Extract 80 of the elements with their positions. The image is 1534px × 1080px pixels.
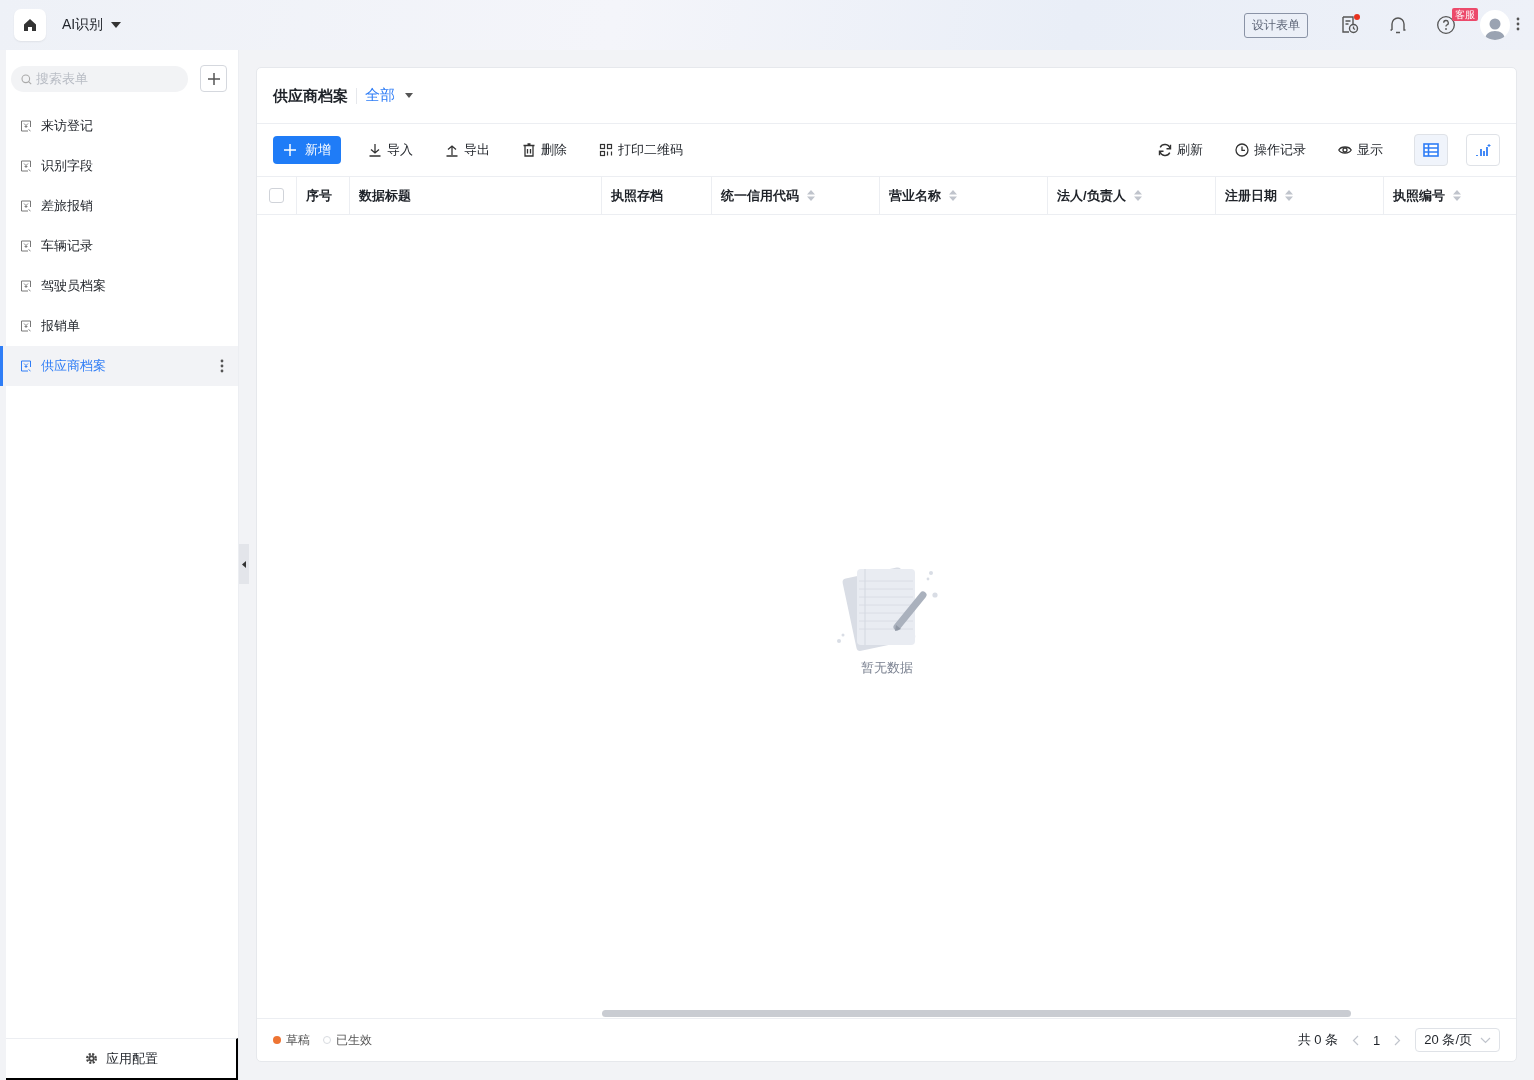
- chart-view-button[interactable]: [1466, 134, 1500, 166]
- chevron-down-icon: [1480, 1036, 1491, 1044]
- upload-icon: [445, 143, 459, 157]
- bell-icon: [1388, 15, 1408, 35]
- column-header[interactable]: 法人/负责人: [1048, 177, 1216, 214]
- table-icon: [1423, 143, 1439, 157]
- caret-icon: [111, 22, 122, 28]
- sort-icon: [1453, 190, 1461, 201]
- sidebar-item[interactable]: 驾驶员档案: [0, 266, 238, 306]
- form-icon: [20, 320, 32, 332]
- status-filter[interactable]: 已生效: [323, 1031, 372, 1049]
- delete-button[interactable]: 删除: [509, 136, 580, 164]
- caret-icon: [405, 93, 413, 98]
- design-form-button[interactable]: 设计表单: [1244, 12, 1308, 38]
- clock-icon: [1235, 143, 1249, 157]
- form-icon: [20, 160, 32, 172]
- sidebar-item[interactable]: 报销单: [0, 306, 238, 346]
- empty-state-text: 暂无数据: [860, 658, 913, 677]
- sort-icon: [1285, 190, 1293, 201]
- sidebar-item[interactable]: 识别字段: [0, 146, 238, 186]
- refresh-button[interactable]: 刷新: [1145, 136, 1216, 164]
- sidebar-item[interactable]: 来访登记: [0, 106, 238, 146]
- page-size-dropdown[interactable]: 20 条/页: [1415, 1028, 1500, 1052]
- column-header[interactable]: 执照编号: [1384, 177, 1516, 214]
- export-button[interactable]: 导出: [432, 136, 503, 164]
- more-icon[interactable]: [1516, 16, 1520, 31]
- page-title: 供应商档案: [273, 87, 357, 104]
- status-filter[interactable]: 草稿: [273, 1031, 310, 1049]
- column-header[interactable]: 营业名称: [880, 177, 1048, 214]
- view-filter-dropdown[interactable]: 全部: [365, 86, 413, 105]
- column-header: 执照存档: [602, 177, 712, 214]
- add-form-button[interactable]: [200, 65, 227, 92]
- page-number[interactable]: 1: [1373, 1032, 1381, 1048]
- app-switcher[interactable]: AI识别: [62, 16, 122, 34]
- trash-icon: [522, 143, 536, 157]
- search-field[interactable]: 搜索表单: [11, 65, 188, 92]
- plus-icon: [206, 71, 221, 86]
- sidebar-item[interactable]: 差旅报销: [0, 186, 238, 226]
- sort-icon: [1133, 190, 1142, 201]
- form-icon: [20, 280, 32, 292]
- form-icon: [20, 360, 32, 372]
- home-icon: [23, 18, 37, 32]
- sort-icon: [807, 190, 815, 201]
- table-view-button[interactable]: [1414, 134, 1448, 166]
- sidebar-item[interactable]: 供应商档案: [0, 346, 238, 386]
- history-button[interactable]: 操作记录: [1222, 136, 1319, 164]
- column-header[interactable]: 统一信用代码: [712, 177, 880, 214]
- qr-code-icon: [599, 143, 613, 157]
- calendar-clock-icon: [1340, 15, 1360, 35]
- home-button[interactable]: [14, 9, 46, 41]
- column-header: 序号: [297, 177, 350, 214]
- support-badge: 客服: [1452, 7, 1478, 21]
- add-button[interactable]: 新增: [273, 136, 341, 164]
- refresh-icon: [1158, 143, 1172, 157]
- more-icon[interactable]: [220, 359, 224, 373]
- plus-icon: [283, 143, 297, 157]
- sidebar-item[interactable]: 车辆记录: [0, 226, 238, 266]
- select-all-checkbox[interactable]: [269, 188, 284, 203]
- total-count: 共 0 条: [1297, 1031, 1339, 1049]
- column-header[interactable]: 注册日期: [1216, 177, 1384, 214]
- settings-icon: [84, 1052, 98, 1065]
- form-icon: [20, 120, 32, 132]
- download-icon: [368, 143, 382, 157]
- column-header: 数据标题: [350, 177, 602, 214]
- help-icon: [1436, 15, 1456, 35]
- eye-icon: [1338, 143, 1352, 157]
- search-icon: [21, 73, 32, 85]
- collapse-handle[interactable]: [239, 544, 249, 584]
- import-button[interactable]: 导入: [355, 136, 426, 164]
- qrcode-button[interactable]: 打印二维码: [586, 136, 696, 164]
- avatar[interactable]: [1480, 10, 1510, 40]
- sort-icon: [949, 190, 957, 201]
- display-button[interactable]: 显示: [1325, 136, 1396, 164]
- chevron-left-icon: [1352, 1034, 1360, 1046]
- horizontal-scrollbar[interactable]: [602, 1010, 1351, 1017]
- form-icon: [20, 240, 32, 252]
- chevron-right-icon: [1394, 1034, 1402, 1046]
- app-settings-button[interactable]: 应用配置: [6, 1038, 238, 1080]
- bar-chart-icon: [1475, 143, 1491, 157]
- form-icon: [20, 200, 32, 212]
